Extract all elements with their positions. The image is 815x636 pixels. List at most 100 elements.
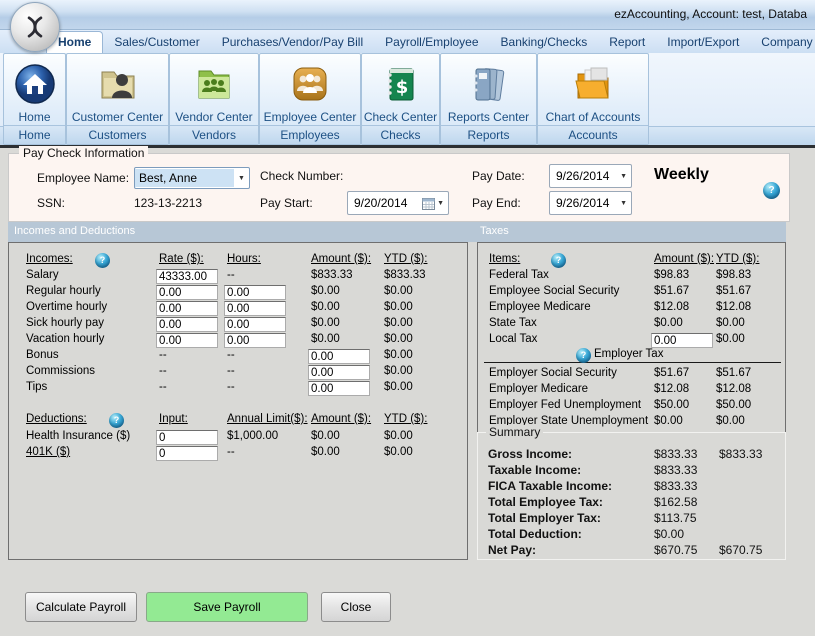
tax-label: Employee Social Security <box>489 285 619 297</box>
vacation-hourly-rate-input[interactable] <box>156 333 218 348</box>
sick-hourly-hours-input[interactable] <box>224 317 286 332</box>
income-hours: -- <box>227 269 235 281</box>
pay-start-datepicker[interactable]: 9/20/2014 ▼ <box>347 191 449 215</box>
app-menu-button[interactable] <box>10 2 60 52</box>
toolbar-home-sublabel: Home <box>4 125 65 144</box>
items-header: Items: <box>489 253 520 265</box>
summary-value: $162.58 <box>654 495 697 509</box>
health-insurance-input[interactable] <box>156 430 218 445</box>
income-label: Bonus <box>26 349 59 361</box>
income-ytd: $0.00 <box>384 333 413 345</box>
income-rate: -- <box>159 381 167 393</box>
menu-tab-purchases-vendor[interactable]: Purchases/Vendor/Pay Bill <box>211 32 374 53</box>
regular-hourly-hours-input[interactable] <box>224 285 286 300</box>
bonus-amount-input[interactable] <box>308 349 370 364</box>
toolbar-check-center-button[interactable]: $ Check Center Checks <box>361 53 440 145</box>
ytd-header: YTD ($): <box>384 253 427 265</box>
tax-ytd-header: YTD ($): <box>716 253 759 265</box>
help-globe-icon[interactable]: ? <box>763 182 780 199</box>
income-ytd: $0.00 <box>384 365 413 377</box>
customer-center-icon <box>96 54 140 110</box>
tax-ytd: $50.00 <box>716 399 751 411</box>
tax-row-employee-medicare: Employee Medicare $12.08 $12.08 <box>478 301 785 317</box>
employer-tax-help-icon[interactable]: ? <box>576 348 591 363</box>
deduction-ytd: $0.00 <box>384 446 413 458</box>
taxes-help-icon[interactable]: ? <box>551 253 566 268</box>
deduction-401k-link[interactable]: 401K ($) <box>26 446 70 458</box>
income-amount: $833.33 <box>311 269 353 281</box>
menu-tab-banking-checks[interactable]: Banking/Checks <box>490 32 599 53</box>
window-title: ezAccounting, Account: test, Databa <box>614 7 807 21</box>
tax-row-employee-social-security: Employee Social Security $51.67 $51.67 <box>478 285 785 301</box>
sick-hourly-rate-input[interactable] <box>156 317 218 332</box>
income-hours: -- <box>227 381 235 393</box>
deduction-ytd: $0.00 <box>384 430 413 442</box>
income-row-sick-hourly: Sick hourly pay $0.00 $0.00 <box>9 317 467 333</box>
summary-label: Net Pay: <box>488 543 536 557</box>
tax-label: Employer Social Security <box>489 367 617 379</box>
title-bar: ezAccounting, Account: test, Databa <box>0 0 815 30</box>
menu-tab-company[interactable]: Company <box>750 32 815 53</box>
toolbar-chart-of-accounts-button[interactable]: Chart of Accounts Accounts <box>537 53 649 145</box>
deductions-help-icon[interactable]: ? <box>109 413 124 428</box>
summary-ytd: $670.75 <box>719 543 762 557</box>
income-label: Tips <box>26 381 47 393</box>
employee-center-icon <box>288 54 332 110</box>
section-header-bar: Incomes and Deductions Taxes <box>8 222 786 242</box>
k401-input[interactable] <box>156 446 218 461</box>
pay-end-label: Pay End: <box>472 196 521 210</box>
tips-amount-input[interactable] <box>308 381 370 396</box>
tax-amount: $12.08 <box>654 383 689 395</box>
summary-label: FICA Taxable Income: <box>488 479 612 493</box>
income-row-overtime-hourly: Overtime hourly $0.00 $0.00 <box>9 301 467 317</box>
salary-rate-input[interactable] <box>156 269 218 284</box>
income-row-regular-hourly: Regular hourly $0.00 $0.00 <box>9 285 467 301</box>
employer-tax-title: Employer Tax <box>594 348 663 360</box>
calculate-payroll-button[interactable]: Calculate Payroll <box>25 592 137 622</box>
tax-ytd: $0.00 <box>716 317 745 329</box>
menu-tab-sales-customer[interactable]: Sales/Customer <box>103 32 210 53</box>
summary-label: Total Employer Tax: <box>488 511 601 525</box>
tax-ytd: $0.00 <box>716 415 745 427</box>
toolbar-customer-center-sublabel: Customers <box>67 125 168 144</box>
vacation-hourly-hours-input[interactable] <box>224 333 286 348</box>
app-window: ezAccounting, Account: test, Databa Home… <box>0 0 815 636</box>
svg-text:$: $ <box>395 77 408 98</box>
employee-name-select[interactable]: Best, Anne ▼ <box>134 167 250 189</box>
toolbar-vendor-center-button[interactable]: Vendor Center Vendors <box>169 53 259 145</box>
menu-tab-payroll-employee[interactable]: Payroll/Employee <box>374 32 489 53</box>
summary-value: $833.33 <box>654 463 697 477</box>
pay-end-select[interactable]: 9/26/2014 ▼ <box>549 191 632 215</box>
overtime-hourly-hours-input[interactable] <box>224 301 286 316</box>
deductions-header: Deductions: <box>26 413 87 425</box>
incomes-deductions-section-title: Incomes and Deductions <box>14 225 135 237</box>
income-label: Commissions <box>26 365 95 377</box>
tax-amount: $0.00 <box>654 415 683 427</box>
employee-name-value: Best, Anne <box>135 169 234 187</box>
income-rate: -- <box>159 365 167 377</box>
pay-start-label: Pay Start: <box>260 196 313 210</box>
menu-tab-import-export[interactable]: Import/Export <box>656 32 750 53</box>
close-button[interactable]: Close <box>321 592 391 622</box>
tax-amount: $12.08 <box>654 301 689 313</box>
incomes-help-icon[interactable]: ? <box>95 253 110 268</box>
regular-hourly-rate-input[interactable] <box>156 285 218 300</box>
deduction-label: Health Insurance ($) <box>26 430 130 442</box>
overtime-hourly-rate-input[interactable] <box>156 301 218 316</box>
summary-value: $833.33 <box>654 447 697 461</box>
save-payroll-button[interactable]: Save Payroll <box>146 592 308 622</box>
local-tax-input[interactable] <box>651 333 713 348</box>
toolbar-home-button[interactable]: Home Home <box>3 53 66 145</box>
income-row-tips: Tips -- -- $0.00 <box>9 381 467 397</box>
toolbar-reports-center-button[interactable]: Reports Center Reports <box>440 53 537 145</box>
menu-tab-report[interactable]: Report <box>598 32 656 53</box>
deduction-annual-limit: $1,000.00 <box>227 430 278 442</box>
summary-value: $833.33 <box>654 479 697 493</box>
commissions-amount-input[interactable] <box>308 365 370 380</box>
taxes-section-title: Taxes <box>480 225 509 237</box>
toolbar-vendor-center-label: Vendor Center <box>175 110 252 126</box>
pay-date-select[interactable]: 9/26/2014 ▼ <box>549 164 632 188</box>
toolbar-employee-center-sublabel: Employees <box>260 125 360 144</box>
toolbar-customer-center-button[interactable]: Customer Center Customers <box>66 53 169 145</box>
toolbar-employee-center-button[interactable]: Employee Center Employees <box>259 53 361 145</box>
